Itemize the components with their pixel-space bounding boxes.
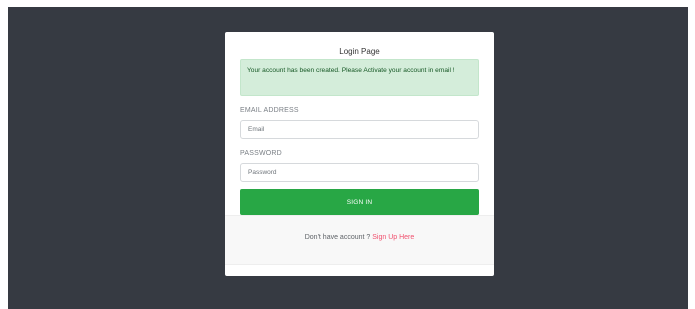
sign-in-button[interactable]: SIGN IN [240,189,479,215]
page-title: Login Page [339,47,380,56]
password-label: PASSWORD [240,150,282,157]
no-account-text: Don't have account ? [304,234,373,241]
email-field[interactable] [240,120,479,139]
card-footer: Don't have account ? Sign Up Here [225,215,494,265]
login-card: Login Page Your account has been created… [225,32,494,276]
password-field[interactable] [240,163,479,182]
email-label: EMAIL ADDRESS [240,107,299,114]
success-alert: Your account has been created. Please Ac… [240,59,479,96]
sign-up-link[interactable]: Sign Up Here [372,234,414,241]
